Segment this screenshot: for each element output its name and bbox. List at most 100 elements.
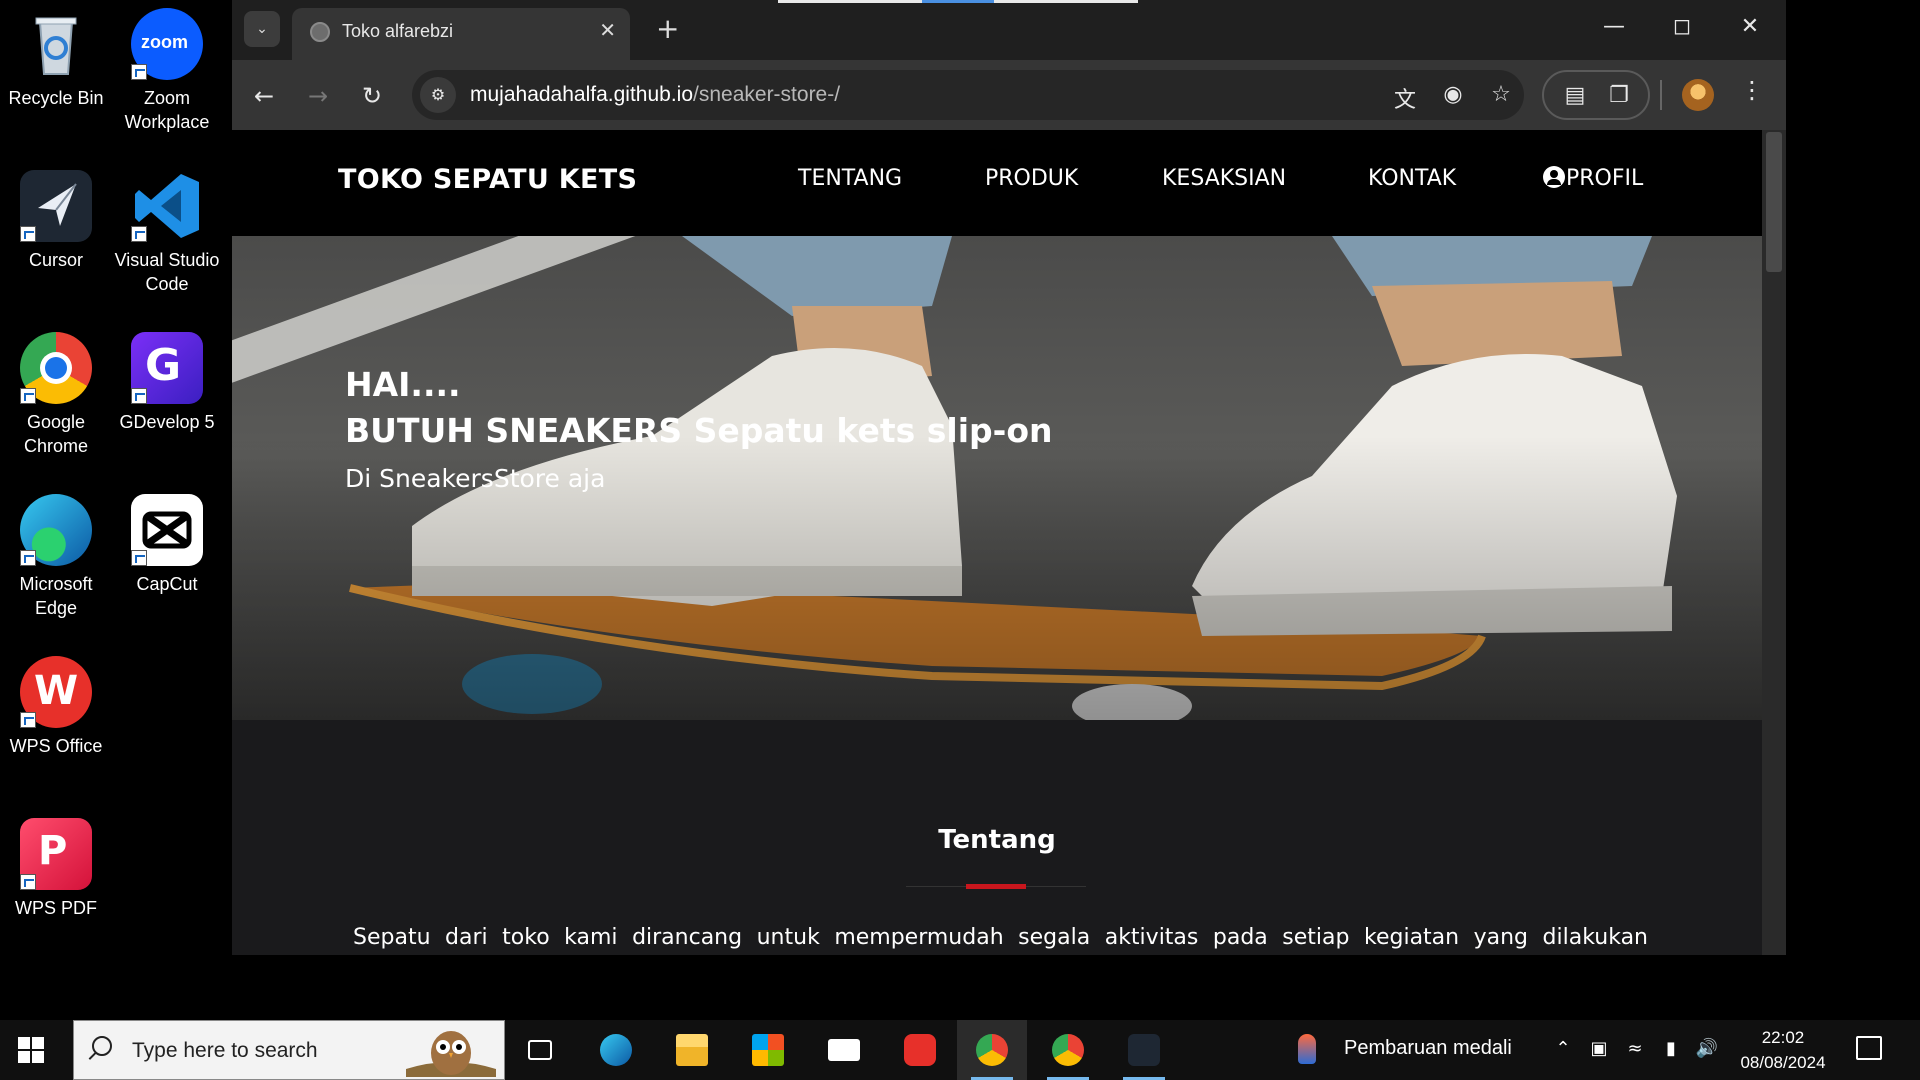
browser-toolbar: ← → ↻ ⚙ mujahadahalfa.github.io/sneaker-… (232, 60, 1786, 130)
site-info-icon[interactable]: ⚙ (420, 77, 456, 113)
hero-headline: BUTUH SNEAKERS Sepatu kets slip-on (345, 411, 1053, 450)
maximize-button[interactable]: ◻ (1662, 14, 1702, 39)
desktop-icon-label: CapCut (136, 574, 198, 594)
reload-button[interactable]: ↻ (354, 78, 390, 114)
address-bar[interactable]: ⚙ mujahadahalfa.github.io/sneaker-store-… (412, 70, 1524, 120)
window-close-button[interactable]: ✕ (1730, 14, 1770, 39)
desktop-icon-vscode[interactable]: Visual Studio Code (111, 170, 223, 296)
news-widget[interactable]: Pembaruan medali (1344, 1037, 1512, 1060)
windows-start-button[interactable] (18, 1037, 46, 1065)
taskbar-app-cursor[interactable] (1109, 1020, 1179, 1080)
taskbar-app-file-explorer[interactable] (657, 1020, 727, 1080)
taskbar-search-box[interactable]: Type here to search (73, 1020, 505, 1080)
about-paragraph: Sepatu dari toko kami dirancang untuk me… (353, 925, 1648, 950)
taskbar-app-chrome[interactable] (957, 1020, 1027, 1080)
shortcut-arrow-icon (20, 550, 36, 566)
shortcut-arrow-icon (131, 550, 147, 566)
page-scrollbar[interactable] (1762, 130, 1786, 955)
nav-link-kesaksian[interactable]: KESAKSIAN (1162, 166, 1286, 191)
toolbar-divider (1660, 80, 1662, 110)
taskbar-app-mail[interactable] (809, 1020, 879, 1080)
capcut-icon (131, 494, 203, 566)
clipboard-extension-icon[interactable]: ▤ (1560, 83, 1590, 108)
torch-news-icon[interactable] (1298, 1034, 1316, 1064)
taskbar-app-wps[interactable] (885, 1020, 955, 1080)
nav-link-tentang[interactable]: TENTANG (798, 166, 902, 191)
shortcut-arrow-icon (20, 226, 36, 242)
loading-indicator (994, 0, 1138, 3)
bookmark-star-icon[interactable]: ☆ (1486, 82, 1516, 107)
owl-illustration-icon (406, 1031, 496, 1077)
puzzle-extensions-icon[interactable]: ❐ (1604, 83, 1634, 108)
task-view-icon (528, 1040, 552, 1060)
tab-close-icon[interactable]: ✕ (599, 18, 616, 42)
globe-icon (310, 22, 330, 42)
section-title-tentang: Tentang (938, 825, 1056, 855)
desktop-icon-capcut[interactable]: CapCut (111, 494, 223, 596)
hero-greeting: HAI.... (345, 365, 461, 404)
shortcut-arrow-icon (20, 874, 36, 890)
wps-office-icon (904, 1034, 936, 1066)
show-hidden-icons-chevron-icon[interactable]: ⌃ (1550, 1038, 1576, 1059)
section-divider-accent (966, 884, 1026, 889)
user-circle-icon (1543, 166, 1565, 188)
hero-banner: HAI.... BUTUH SNEAKERS Sepatu kets slip-… (232, 236, 1762, 720)
browser-tab-active[interactable]: Toko alfarebzi ✕ (292, 8, 630, 60)
notification-center-icon[interactable] (1856, 1036, 1882, 1060)
camera-icon[interactable]: ▣ (1586, 1038, 1612, 1059)
desktop-icon-label: Microsoft Edge (19, 574, 93, 618)
desktop-icon-wps-pdf[interactable]: P WPS PDF (0, 818, 112, 920)
desktop-icon-gdevelop[interactable]: G GDevelop 5 (111, 332, 223, 434)
tab-title: Toko alfarebzi (342, 21, 454, 41)
vscode-icon (131, 170, 203, 242)
desktop-icon-label: GDevelop 5 (119, 412, 215, 432)
volume-icon[interactable]: 🔊 (1694, 1038, 1720, 1059)
shortcut-arrow-icon (131, 388, 147, 404)
desktop-icon-zoom[interactable]: zoom Zoom Workplace (111, 8, 223, 134)
shortcut-arrow-icon (20, 388, 36, 404)
desktop-icon-label: Cursor (28, 250, 83, 270)
clock-date: 08/08/2024 (1740, 1053, 1826, 1072)
desktop-icon-label: Visual Studio Code (114, 250, 220, 294)
wps-pdf-icon: P (20, 818, 92, 890)
desktop-icon-label: Zoom Workplace (124, 88, 210, 132)
shortcut-arrow-icon (131, 64, 147, 80)
hero-subtitle: Di SneakersStore aja (345, 464, 606, 493)
desktop-icon-cursor[interactable]: Cursor (0, 170, 112, 272)
desktop-icon-label: WPS Office (9, 736, 103, 756)
url-text[interactable]: mujahadahalfa.github.io/sneaker-store-/ (470, 83, 840, 107)
battery-icon[interactable]: ▮ (1658, 1038, 1684, 1059)
search-placeholder: Type here to search (132, 1039, 318, 1062)
chrome-icon (20, 332, 92, 404)
taskbar-task-view[interactable] (505, 1020, 575, 1080)
nav-link-kontak[interactable]: KONTAK (1368, 166, 1456, 191)
desktop-icon-chrome[interactable]: Google Chrome (0, 332, 112, 458)
desktop-icon-edge[interactable]: Microsoft Edge (0, 494, 112, 620)
nav-link-profil[interactable]: PROFIL (1543, 166, 1643, 191)
nav-link-profil-label: PROFIL (1566, 166, 1644, 191)
eye-off-icon[interactable]: ◉ (1438, 82, 1468, 107)
taskbar-app-edge[interactable] (581, 1020, 651, 1080)
chrome-icon (976, 1034, 1008, 1066)
loading-indicator (778, 0, 922, 3)
desktop-icon-wps-office[interactable]: W WPS Office (0, 656, 112, 758)
taskbar-clock[interactable]: 22:02 08/08/2024 (1728, 1025, 1838, 1075)
cursor-app-icon (20, 170, 92, 242)
more-menu-icon[interactable]: ⋮ (1740, 76, 1764, 104)
wifi-icon[interactable]: ≈ (1622, 1038, 1648, 1059)
back-button[interactable]: ← (246, 78, 282, 114)
scrollbar-thumb[interactable] (1766, 132, 1782, 272)
taskbar-app-store[interactable] (733, 1020, 803, 1080)
taskbar-app-chrome-profile[interactable] (1033, 1020, 1103, 1080)
forward-button[interactable]: → (300, 78, 336, 114)
profile-avatar[interactable] (1682, 79, 1714, 111)
minimize-button[interactable]: — (1594, 14, 1634, 39)
new-tab-button[interactable]: + (656, 12, 679, 45)
translate-icon[interactable]: 文 (1390, 82, 1420, 114)
extensions-group: ▤ ❐ (1542, 70, 1650, 120)
tab-search-button[interactable]: ⌄ (244, 11, 280, 47)
site-brand[interactable]: TOKO SEPATU KETS (338, 164, 637, 195)
nav-link-produk[interactable]: PRODUK (985, 166, 1078, 191)
desktop-icon-recycle-bin[interactable]: Recycle Bin (0, 8, 112, 110)
cursor-app-icon (1128, 1034, 1160, 1066)
